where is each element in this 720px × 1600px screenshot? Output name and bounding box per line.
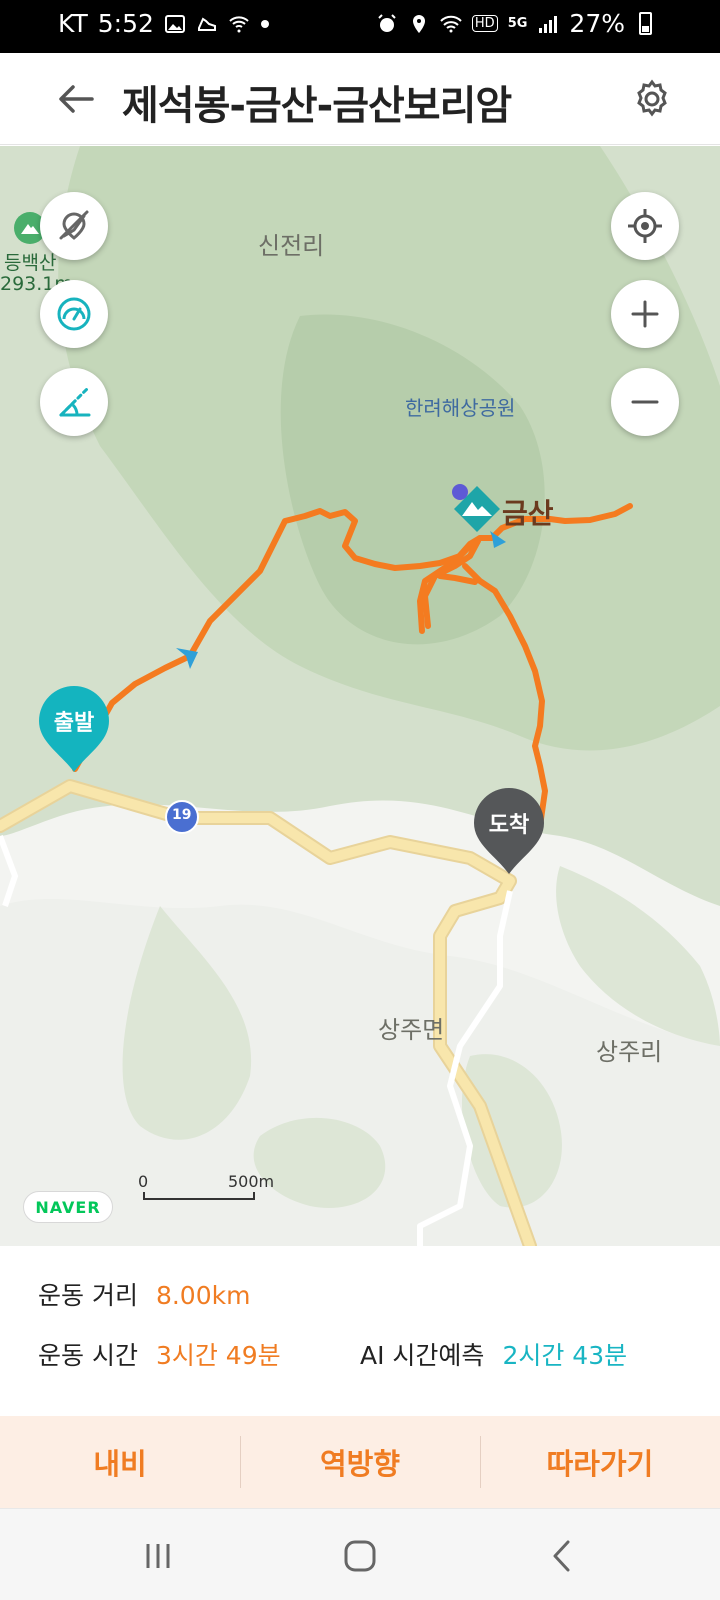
system-back-button[interactable]	[532, 1531, 592, 1581]
recents-button[interactable]	[128, 1531, 188, 1581]
map-label-summit: 금산	[502, 497, 554, 530]
map-label-mountain-west: 등백산	[4, 252, 57, 274]
reverse-direction-button[interactable]: 역방향	[240, 1416, 480, 1508]
ai-estimate-row: AI 시간예측 2시간 43분	[360, 1336, 627, 1372]
clock: 5:52	[97, 9, 154, 38]
system-nav-bar	[0, 1508, 720, 1600]
map-label-town: 상주면	[378, 1016, 445, 1044]
notification-dot-icon	[260, 19, 269, 28]
zoom-in-icon	[631, 300, 659, 328]
alarm-icon	[378, 13, 396, 32]
time-label: 운동 시간	[38, 1341, 138, 1370]
route-display-toggle-button[interactable]	[40, 192, 108, 260]
action-bar: 내비 역방향 따라가기	[0, 1416, 720, 1508]
time-value: 3시간 49분	[155, 1341, 281, 1370]
battery-icon	[639, 12, 652, 35]
arrow-left-icon	[59, 85, 94, 113]
ai-estimate-label: AI 시간예측	[360, 1341, 485, 1370]
shoe-icon	[197, 17, 216, 31]
ai-estimate-value: 2시간 43분	[502, 1341, 628, 1370]
scale-end-label: 500m	[228, 1172, 275, 1191]
route-info-panel: 운동 거리 8.00km 운동 시간 3시간 49분 AI 시간예측 2시간 4…	[0, 1246, 720, 1416]
settings-button[interactable]	[628, 75, 676, 123]
signal-icon	[539, 15, 558, 33]
summit-badge-icon	[452, 484, 468, 500]
zoom-out-button[interactable]	[611, 368, 679, 436]
gear-icon	[637, 79, 667, 117]
battery-percent: 27%	[569, 9, 625, 38]
start-marker-label: 출발	[53, 711, 95, 736]
location-icon	[412, 14, 425, 33]
scale-start-label: 0	[138, 1172, 149, 1191]
route-number-label: 19	[172, 807, 192, 823]
home-button[interactable]	[330, 1531, 390, 1581]
page-title: 제석봉-금산-금산보리암	[122, 83, 512, 129]
distance-label: 운동 거리	[38, 1281, 138, 1310]
zoom-out-icon	[631, 400, 659, 404]
carrier-label: KT	[58, 9, 88, 38]
locate-icon	[628, 209, 662, 243]
network-label: 5G	[507, 16, 528, 31]
map-view[interactable]: 19 신전리 한려해상공원 상주면 상주리 등백산 293.1m 금산 출발 도…	[0, 146, 720, 1246]
wifi-icon	[440, 15, 462, 32]
map-label-village-east: 상주리	[596, 1038, 663, 1066]
map-scale-bar	[143, 1192, 255, 1200]
slope-button[interactable]	[40, 368, 108, 436]
home-icon	[344, 1540, 376, 1572]
map-label-village-north: 신전리	[258, 232, 325, 260]
time-row: 운동 시간 3시간 49분	[38, 1336, 281, 1372]
end-marker[interactable]: 도착	[472, 786, 546, 876]
speed-button[interactable]	[40, 280, 108, 348]
zoom-in-button[interactable]	[611, 280, 679, 348]
back-icon	[553, 1540, 570, 1572]
route-off-icon	[59, 210, 89, 240]
my-location-button[interactable]	[611, 192, 679, 260]
wifi-calling-icon	[229, 15, 249, 32]
start-marker[interactable]: 출발	[37, 684, 111, 774]
naver-logo[interactable]: NAVER	[23, 1191, 113, 1223]
back-button[interactable]	[52, 75, 100, 123]
end-marker-label: 도착	[488, 813, 530, 838]
status-bar: KT 5:52 HD 5G 27%	[0, 0, 720, 53]
map-label-park: 한려해상공원	[405, 396, 516, 420]
hd-badge: HD	[471, 15, 498, 32]
follow-route-button[interactable]: 따라가기	[480, 1416, 720, 1508]
distance-value: 8.00km	[155, 1281, 251, 1310]
recents-icon	[146, 1544, 170, 1568]
slope-icon	[59, 387, 91, 417]
distance-row: 운동 거리 8.00km	[38, 1276, 250, 1312]
navigation-button[interactable]: 내비	[0, 1416, 240, 1508]
speedometer-icon	[57, 297, 91, 331]
app-header: 제석봉-금산-금산보리암	[0, 53, 720, 145]
gallery-icon	[164, 14, 185, 33]
